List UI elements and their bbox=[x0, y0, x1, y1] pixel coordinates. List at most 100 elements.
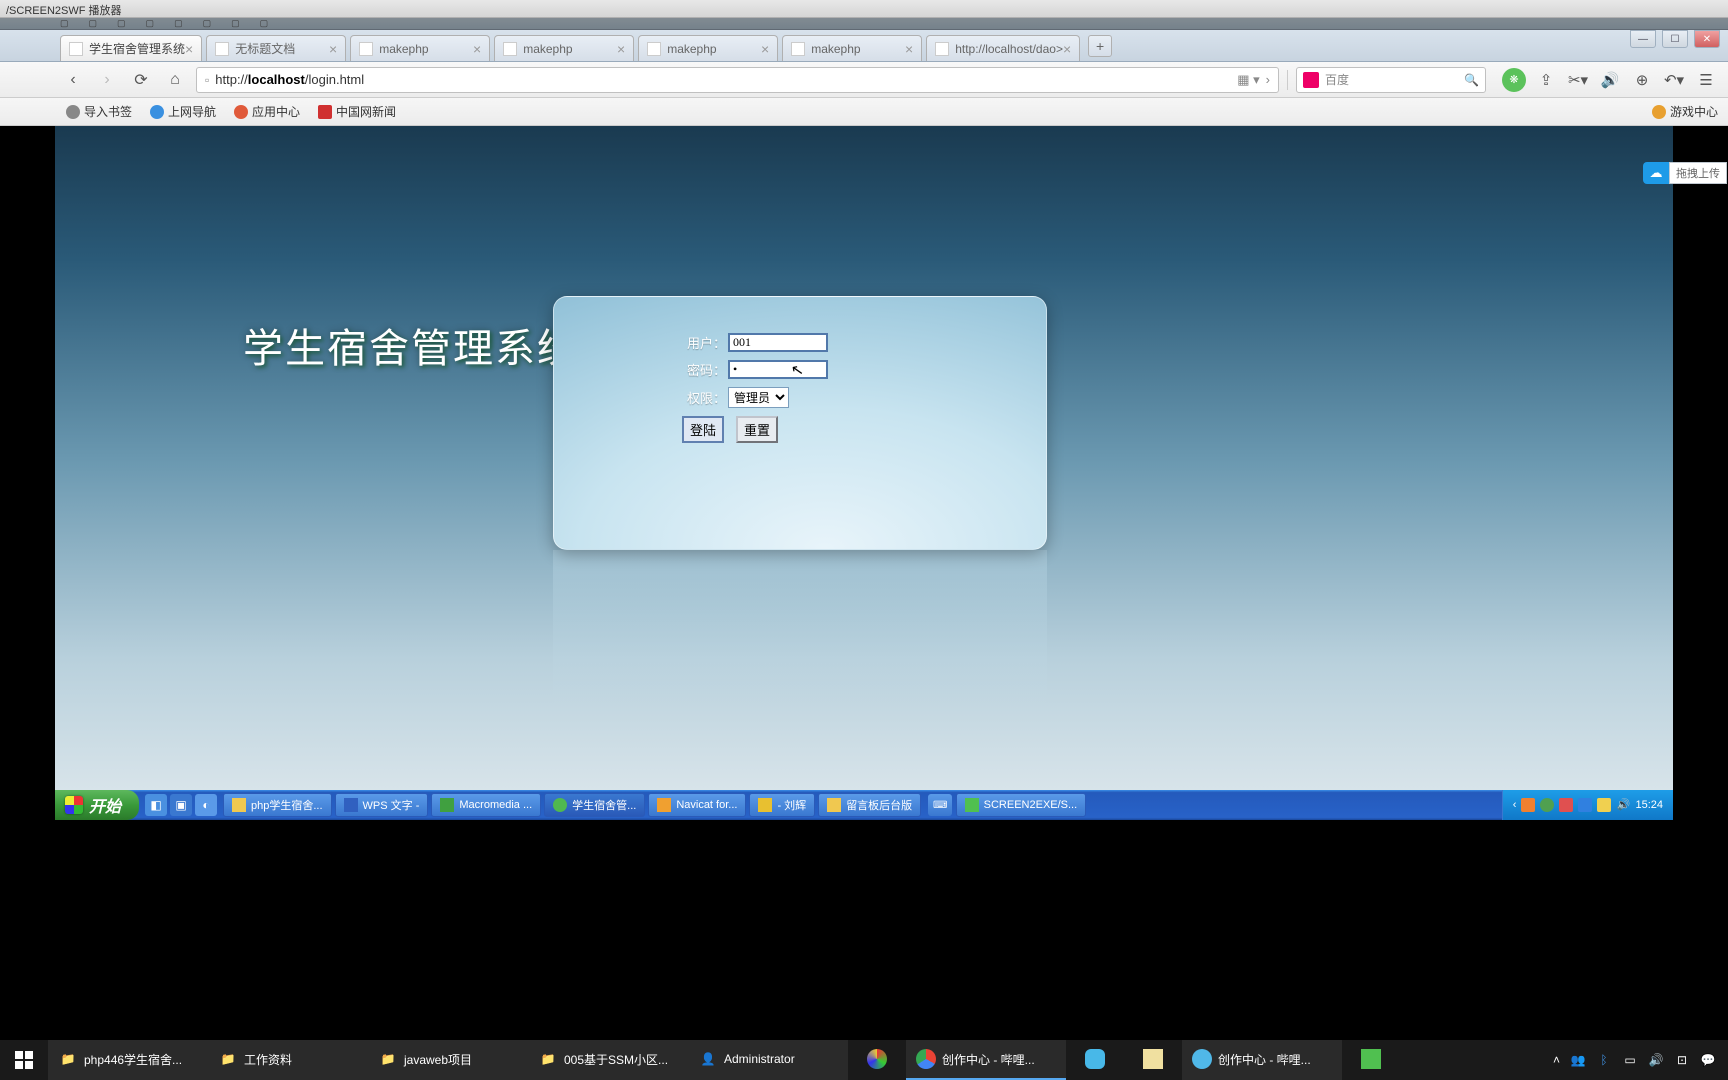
window-minimize-button[interactable]: — bbox=[1630, 30, 1656, 48]
xp-taskbar-item[interactable]: WPS 文字 - bbox=[335, 793, 429, 817]
tray-network-icon[interactable]: ⊡ bbox=[1674, 1052, 1690, 1068]
tab-close-icon[interactable]: × bbox=[617, 41, 625, 57]
win10-taskbar-item[interactable]: 创作中心 - 哔哩... bbox=[906, 1040, 1066, 1080]
search-engine-icon bbox=[1303, 72, 1319, 88]
app-icon bbox=[1085, 1049, 1105, 1069]
tab-label: makephp bbox=[667, 42, 716, 56]
bookmark-nav[interactable]: 上网导航 bbox=[150, 103, 216, 120]
address-bar-row: ‹ › ⟳ ⌂ ▫ http://localhost/login.html ▦ … bbox=[0, 62, 1728, 98]
win10-taskbar-item[interactable] bbox=[1066, 1040, 1124, 1080]
back-button[interactable]: ‹ bbox=[60, 67, 86, 93]
tray-battery-icon[interactable]: ▭ bbox=[1622, 1052, 1638, 1068]
undo-icon[interactable]: ↶▾ bbox=[1662, 68, 1686, 92]
search-icon[interactable]: 🔍 bbox=[1464, 73, 1479, 87]
bookmark-import[interactable]: 导入书签 bbox=[66, 103, 132, 120]
tab-label: 无标题文档 bbox=[235, 40, 295, 57]
tab-close-icon[interactable]: × bbox=[1063, 41, 1071, 57]
new-tab-button[interactable]: + bbox=[1088, 35, 1112, 57]
favicon-icon bbox=[503, 42, 517, 56]
bookmark-news[interactable]: 中国网新闻 bbox=[318, 103, 396, 120]
win10-taskbar-item[interactable]: 📁javaweb项目 bbox=[368, 1040, 528, 1080]
xp-taskbar-item[interactable]: php学生宿舍... bbox=[223, 793, 332, 817]
tray-notification-icon[interactable]: 💬 bbox=[1700, 1052, 1716, 1068]
xp-taskbar-item[interactable]: 学生宿舍管... bbox=[544, 793, 645, 817]
favicon-icon bbox=[215, 42, 229, 56]
win10-taskbar-item[interactable]: 📁php446学生宿舍... bbox=[48, 1040, 208, 1080]
cut-icon[interactable]: ✂▾ bbox=[1566, 68, 1590, 92]
search-placeholder: 百度 bbox=[1325, 71, 1349, 88]
login-form-box: 用户： 密码： 权限：管理员 登陆 重置 ↖ bbox=[553, 296, 1047, 550]
win10-taskbar-item[interactable] bbox=[1342, 1040, 1400, 1080]
tray-bluetooth-icon[interactable]: ᛒ bbox=[1596, 1052, 1612, 1068]
xp-taskbar-item[interactable]: SCREEN2EXE/S... bbox=[956, 793, 1086, 817]
tray-icon[interactable] bbox=[1521, 798, 1535, 812]
win10-taskbar-item[interactable] bbox=[1124, 1040, 1182, 1080]
tray-icon[interactable] bbox=[1559, 798, 1573, 812]
win10-taskbar-item[interactable]: 📁005基于SSM小区... bbox=[528, 1040, 688, 1080]
reload-button[interactable]: ⟳ bbox=[128, 67, 154, 93]
url-input[interactable]: ▫ http://localhost/login.html ▦ ▾› bbox=[196, 67, 1279, 93]
xp-start-button[interactable]: 开始 bbox=[55, 790, 139, 820]
search-input[interactable]: 百度 🔍 bbox=[1296, 67, 1486, 93]
share-icon[interactable]: ⇪ bbox=[1534, 68, 1558, 92]
tab[interactable]: http://localhost/dao>× bbox=[926, 35, 1080, 61]
bookmark-gamecenter[interactable]: 游戏中心 bbox=[1652, 103, 1718, 120]
tab-close-icon[interactable]: × bbox=[761, 41, 769, 57]
forward-button[interactable]: › bbox=[94, 67, 120, 93]
tab[interactable]: makephp× bbox=[782, 35, 922, 61]
favicon-icon bbox=[935, 42, 949, 56]
tab[interactable]: makephp× bbox=[494, 35, 634, 61]
download-icon[interactable]: ⊕ bbox=[1630, 68, 1654, 92]
tray-shield-icon[interactable] bbox=[1597, 798, 1611, 812]
tab-close-icon[interactable]: × bbox=[905, 41, 913, 57]
cloud-icon: ☁ bbox=[1643, 162, 1669, 184]
tray-time: 15:24 bbox=[1635, 799, 1663, 811]
user-input[interactable] bbox=[728, 333, 828, 352]
go-icon[interactable]: › bbox=[1266, 72, 1270, 88]
menu-icon[interactable]: ☰ bbox=[1694, 68, 1718, 92]
win10-taskbar-item[interactable]: 👤Administrator bbox=[688, 1040, 848, 1080]
xp-taskbar-item[interactable]: - 刘辉 bbox=[749, 793, 815, 817]
tab-close-icon[interactable]: × bbox=[473, 41, 481, 57]
win10-taskbar-item[interactable]: 创作中心 - 哔哩... bbox=[1182, 1040, 1342, 1080]
user-label: 用户： bbox=[682, 333, 726, 352]
xp-taskbar-item[interactable]: Macromedia ... bbox=[431, 793, 541, 817]
win10-taskbar-item[interactable] bbox=[848, 1040, 906, 1080]
xp-keyboard-icon[interactable]: ⌨ bbox=[928, 794, 952, 816]
tray-volume-icon[interactable]: 🔊 bbox=[1616, 798, 1630, 812]
tray-people-icon[interactable]: 👥 bbox=[1570, 1052, 1586, 1068]
tab-close-icon[interactable]: × bbox=[185, 41, 193, 57]
win10-start-button[interactable] bbox=[0, 1040, 48, 1080]
tray-icon[interactable] bbox=[1540, 798, 1554, 812]
role-select[interactable]: 管理员 bbox=[728, 387, 789, 408]
home-button[interactable]: ⌂ bbox=[162, 67, 188, 93]
tab[interactable]: makephp × bbox=[638, 35, 778, 61]
tab[interactable]: makephp× bbox=[350, 35, 490, 61]
login-button[interactable]: 登陆 bbox=[682, 416, 724, 443]
window-maximize-button[interactable]: ☐ bbox=[1662, 30, 1688, 48]
xp-taskbar-item[interactable]: 留言板后台版 bbox=[818, 793, 921, 817]
window-close-button[interactable]: ✕ bbox=[1694, 30, 1720, 48]
tray-expand-icon[interactable]: ˄ bbox=[1553, 1053, 1560, 1067]
volume-icon[interactable]: 🔊 bbox=[1598, 68, 1622, 92]
app-icon bbox=[758, 798, 772, 812]
quick-launch-icon[interactable]: ◐ bbox=[195, 794, 217, 816]
password-label: 密码： bbox=[682, 360, 726, 379]
quick-launch-icon[interactable]: ◧ bbox=[145, 794, 167, 816]
tray-volume-icon[interactable]: 🔊 bbox=[1648, 1052, 1664, 1068]
upload-widget[interactable]: ☁ 拖拽上传 bbox=[1643, 162, 1727, 184]
tab[interactable]: 无标题文档 × bbox=[206, 35, 346, 61]
xp-taskbar-item[interactable]: Navicat for... bbox=[648, 793, 746, 817]
tray-expand-icon[interactable]: ‹ bbox=[1513, 799, 1517, 811]
win10-taskbar-item[interactable]: 📁工作资料 bbox=[208, 1040, 368, 1080]
wechat-icon[interactable]: ❋ bbox=[1502, 68, 1526, 92]
quick-launch-icon[interactable]: ▣ bbox=[170, 794, 192, 816]
tab-active[interactable]: 学生宿舍管理系统× bbox=[60, 35, 202, 61]
game-icon bbox=[1652, 105, 1666, 119]
translate-icon[interactable]: ▦ ▾ bbox=[1237, 72, 1259, 88]
reset-button[interactable]: 重置 bbox=[736, 416, 778, 443]
password-input[interactable] bbox=[728, 360, 828, 379]
tray-icon[interactable] bbox=[1578, 798, 1592, 812]
bookmark-appcenter[interactable]: 应用中心 bbox=[234, 103, 300, 120]
tab-close-icon[interactable]: × bbox=[329, 41, 337, 57]
